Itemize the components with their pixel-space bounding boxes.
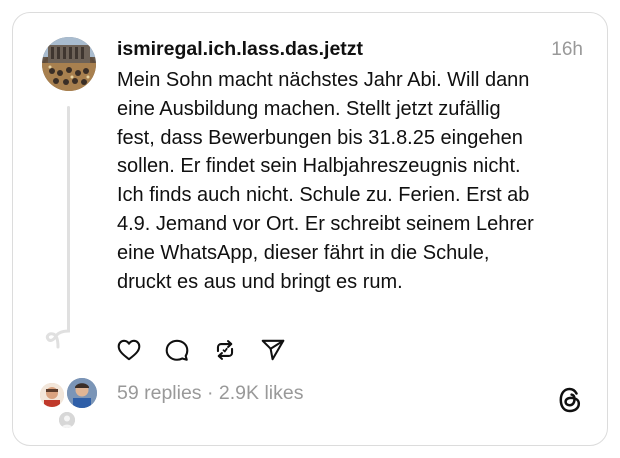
replier-avatar[interactable] (40, 383, 64, 407)
threads-logo-icon[interactable] (557, 386, 583, 414)
post-text-line: 4.9. Jemand vor Ort. Er schreibt seinem … (117, 212, 534, 235)
post-text-line: druckt es aus und bringt es rum. (117, 270, 403, 293)
author-avatar[interactable] (42, 37, 96, 91)
post-text-line: fest, dass Bewerbungen bis 31.8.25 einge… (117, 126, 523, 149)
post-timestamp: 16h (551, 39, 583, 60)
post-text-line: eine WhatsApp, dieser fährt in die Schul… (117, 241, 490, 264)
share-button[interactable] (259, 336, 287, 364)
post-text-line: sollen. Er findet sein Halbjahreszeugnis… (117, 155, 521, 178)
comment-icon (165, 339, 189, 361)
likes-count[interactable]: 2.9K likes (219, 382, 304, 404)
replier-avatar[interactable] (67, 378, 97, 408)
thread-line (67, 106, 70, 331)
reply-button[interactable] (163, 336, 191, 364)
replier-avatar-photo (67, 378, 97, 408)
post-text: Mein Sohn macht nächstes Jahr Abi. Will … (117, 66, 587, 296)
default-avatar-icon (59, 412, 75, 428)
thread-curl-icon (45, 329, 70, 349)
repost-icon (216, 340, 234, 360)
replier-avatar[interactable] (59, 412, 75, 428)
stats-separator: · (206, 382, 214, 404)
author-username[interactable]: ismiregal.ich.lass.das.jetzt (117, 38, 363, 61)
like-button[interactable] (115, 336, 143, 364)
send-icon (261, 339, 285, 361)
post-text-line: eine Ausbildung machen. Stellt jetzt zuf… (117, 97, 501, 120)
replies-count[interactable]: 59 replies (117, 382, 202, 404)
post-text-line: Ich finds auch nicht. Schule zu. Ferien.… (117, 184, 530, 207)
post-text-line: Mein Sohn macht nächstes Jahr Abi. Will … (117, 69, 530, 91)
heart-icon (117, 339, 141, 361)
avatar-photo (42, 37, 96, 91)
replier-avatar-photo (40, 383, 64, 407)
repost-button[interactable] (211, 336, 239, 364)
post-stats: 59 replies · 2.9K likes (117, 382, 303, 405)
